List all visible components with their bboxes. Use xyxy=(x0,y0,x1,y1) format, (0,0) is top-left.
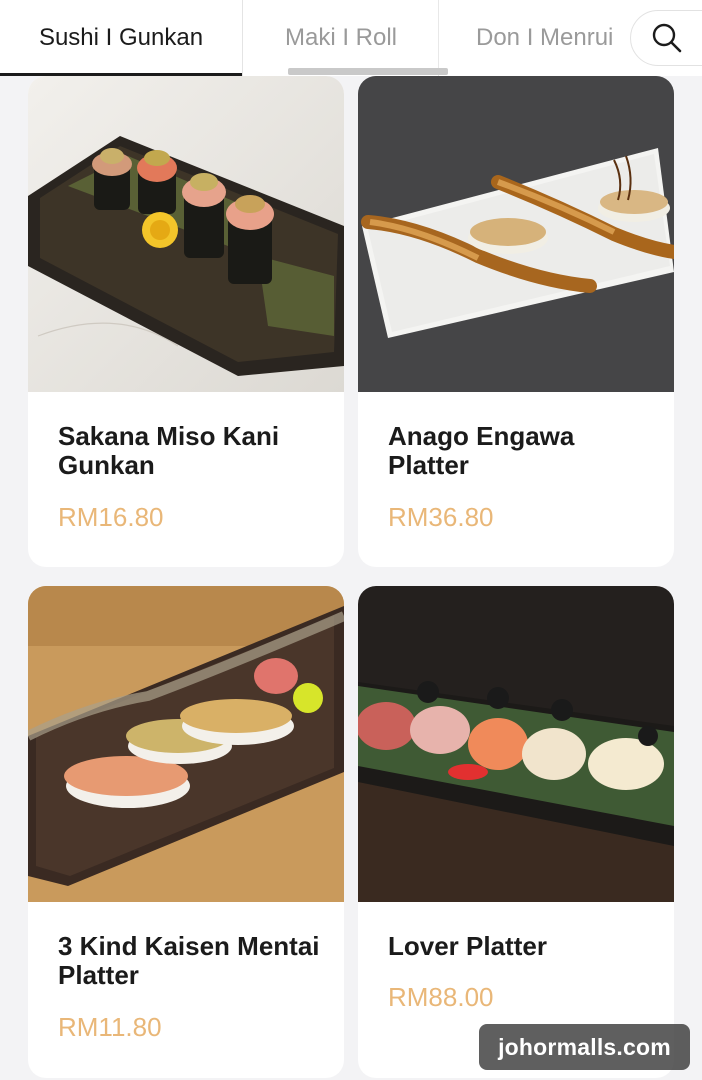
tab-scroll-indicator xyxy=(288,68,448,75)
watermark: johormalls.com xyxy=(479,1024,690,1070)
item-name: Sakana Miso Kani Gunkan xyxy=(58,421,280,480)
item-name: Lover Platter xyxy=(388,931,547,961)
item-price: RM11.80 xyxy=(58,1012,162,1042)
lover-platter-photo xyxy=(358,586,674,902)
aburi-mentai-photo xyxy=(28,586,344,902)
item-name: 3 Kind Kaisen Mentai Platter xyxy=(58,931,320,990)
item-price: RM16.80 xyxy=(58,502,164,532)
menu-item-card[interactable]: Anago Engawa Platter RM36.80 xyxy=(358,76,674,567)
menu-item-card[interactable]: Sakana Miso Kani Gunkan RM16.80 xyxy=(28,76,344,567)
menu-item-card[interactable]: Lover Platter RM88.00 xyxy=(358,586,674,1078)
category-tab-bar: Sushi I Gunkan Maki I Roll Don I Menrui xyxy=(0,0,702,76)
item-name: Anago Engawa Platter xyxy=(388,421,575,480)
tab-label: Don I Menrui xyxy=(476,24,614,51)
gunkan-sushi-photo xyxy=(28,76,344,392)
tab-sushi-gunkan[interactable]: Sushi I Gunkan xyxy=(0,0,243,76)
tab-maki-roll[interactable]: Maki I Roll xyxy=(244,0,438,76)
menu-item-card[interactable]: 3 Kind Kaisen Mentai Platter RM11.80 xyxy=(28,586,344,1078)
search-icon xyxy=(652,23,682,53)
search-button[interactable] xyxy=(630,10,702,66)
anago-engawa-photo xyxy=(358,76,674,392)
tab-don-menrui[interactable]: Don I Menrui xyxy=(439,0,659,76)
item-price: RM88.00 xyxy=(388,982,494,1012)
tab-label: Sushi I Gunkan xyxy=(38,24,204,51)
tab-label: Maki I Roll xyxy=(284,24,398,51)
item-price: RM36.80 xyxy=(388,502,494,532)
